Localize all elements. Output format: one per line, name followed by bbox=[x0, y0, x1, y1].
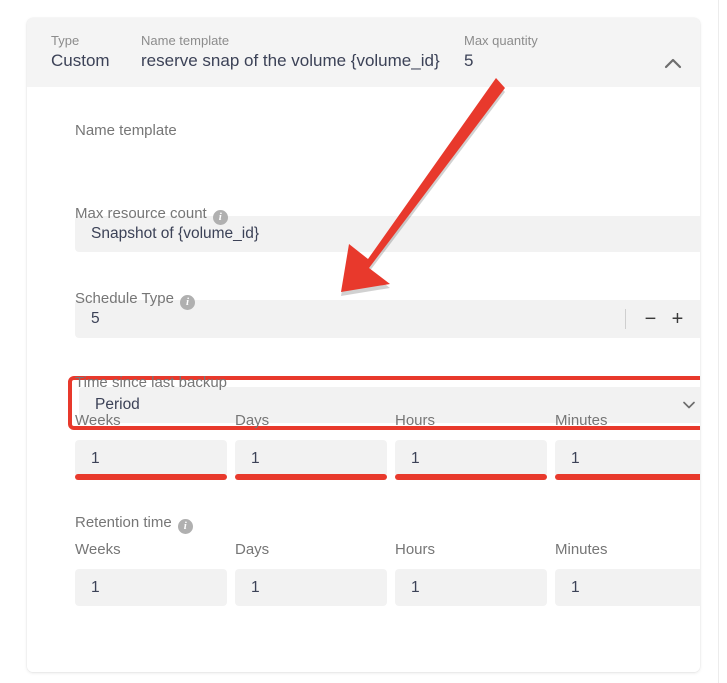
snapshot-policy-card: Type Custom Name template reserve snap o… bbox=[27, 18, 700, 672]
annotation-underline-backup-days bbox=[235, 474, 387, 480]
backup-weeks-input[interactable] bbox=[75, 440, 227, 477]
header-label-name-template: Name template bbox=[141, 33, 230, 48]
decrement-button[interactable]: − bbox=[637, 306, 664, 333]
retention-hours-input[interactable] bbox=[395, 569, 547, 606]
chevron-up-icon[interactable] bbox=[658, 54, 688, 74]
header-field-type: Type Custom bbox=[51, 33, 110, 72]
header-value-max-quantity: 5 bbox=[464, 51, 474, 70]
label-backup-hours: Hours bbox=[395, 412, 436, 429]
label-name-template: Name template bbox=[75, 122, 177, 139]
retention-weeks-input[interactable] bbox=[75, 569, 227, 606]
page-edge-rule bbox=[718, 0, 727, 683]
card-body: Name template Max resource count i − + Sc… bbox=[27, 87, 700, 672]
chevron-down-icon[interactable] bbox=[680, 396, 698, 414]
header-label-max-quantity: Max quantity bbox=[464, 33, 538, 48]
annotation-underline-backup-weeks bbox=[75, 474, 227, 480]
label-schedule-type: Schedule Type i bbox=[75, 289, 195, 310]
label-max-resource-count-text: Max resource count bbox=[75, 205, 207, 222]
header-value-type: Custom bbox=[51, 51, 110, 70]
header-value-name-template: reserve snap of the volume {volume_id} bbox=[141, 51, 440, 70]
card-header-summary: Type Custom Name template reserve snap o… bbox=[27, 18, 700, 88]
info-icon-retention-time[interactable]: i bbox=[177, 519, 193, 534]
label-retention-minutes: Minutes bbox=[555, 541, 608, 558]
header-label-type: Type bbox=[51, 33, 80, 48]
label-retention-time: Retention time i bbox=[75, 513, 193, 534]
annotation-underline-backup-minutes bbox=[555, 474, 700, 480]
retention-days-input[interactable] bbox=[235, 569, 387, 606]
header-field-name-template: Name template reserve snap of the volume… bbox=[141, 33, 440, 72]
stepper-divider bbox=[625, 309, 626, 329]
backup-hours-input[interactable] bbox=[395, 440, 547, 477]
label-backup-minutes: Minutes bbox=[555, 412, 608, 429]
backup-minutes-input[interactable] bbox=[555, 440, 700, 477]
annotation-underline-backup-hours bbox=[395, 474, 547, 480]
label-retention-days: Days bbox=[235, 541, 270, 558]
max-resource-count-stepper: − + bbox=[625, 300, 700, 338]
increment-button[interactable]: + bbox=[664, 306, 691, 333]
label-backup-days: Days bbox=[235, 412, 270, 429]
info-icon-max-resource-count[interactable]: i bbox=[212, 210, 228, 225]
info-icon-schedule-type[interactable]: i bbox=[179, 295, 195, 310]
label-backup-weeks: Weeks bbox=[75, 412, 121, 429]
header-field-max-quantity: Max quantity 5 bbox=[464, 33, 538, 72]
label-retention-time-text: Retention time bbox=[75, 514, 172, 531]
backup-days-input[interactable] bbox=[235, 440, 387, 477]
label-time-since-last-backup: Time since last backup bbox=[75, 374, 228, 391]
retention-minutes-input[interactable] bbox=[555, 569, 700, 606]
label-schedule-type-text: Schedule Type bbox=[75, 290, 174, 307]
label-max-resource-count: Max resource count i bbox=[75, 204, 228, 225]
label-retention-weeks: Weeks bbox=[75, 541, 121, 558]
label-retention-hours: Hours bbox=[395, 541, 436, 558]
page-root: Type Custom Name template reserve snap o… bbox=[0, 0, 727, 683]
